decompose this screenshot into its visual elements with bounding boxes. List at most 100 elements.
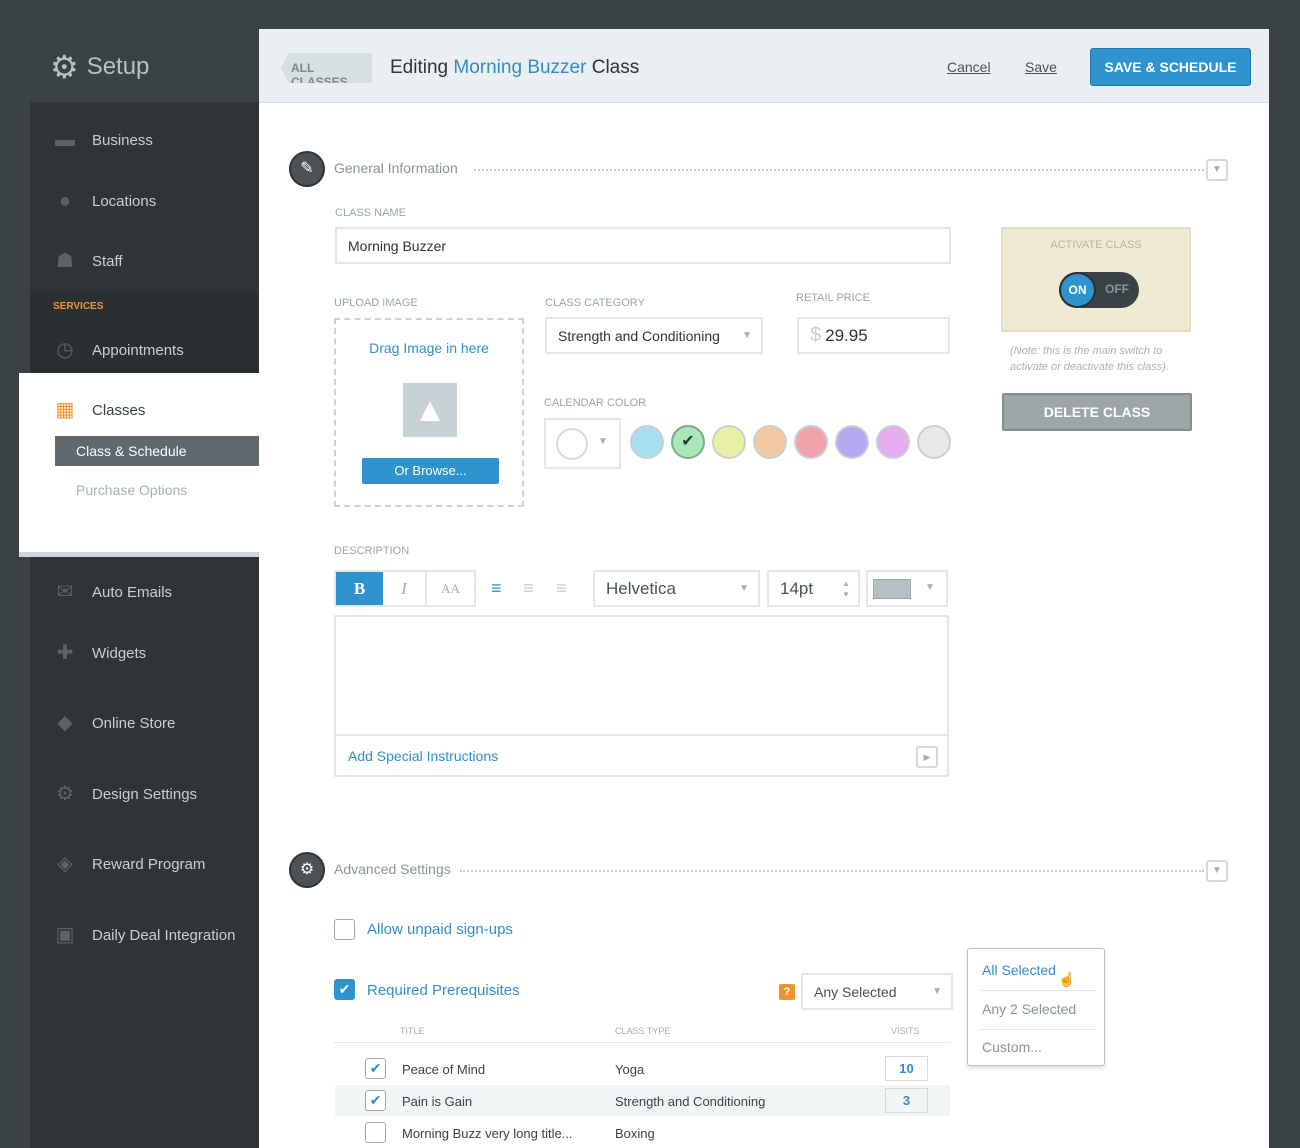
color-swatch[interactable]: [835, 425, 869, 459]
browse-button[interactable]: Or Browse...: [362, 458, 499, 484]
row-class-type: Yoga: [615, 1062, 645, 1077]
all-classes-button[interactable]: ALL CLASSES: [281, 53, 372, 83]
gear-icon: ⚙: [56, 783, 74, 805]
expand-icon[interactable]: ▶: [916, 746, 938, 768]
bold-button[interactable]: B: [336, 572, 383, 605]
price-input[interactable]: $29.95: [797, 317, 950, 354]
description-editor[interactable]: Add Special Instructions ▶: [334, 615, 949, 777]
font-size-stepper[interactable]: 14pt ▲ ▼: [767, 570, 860, 607]
option-all-selected[interactable]: All Selected: [982, 962, 1056, 978]
sidebar-item-business[interactable]: ▬ Business: [52, 129, 153, 151]
sidebar-item-classes[interactable]: ▦ Classes: [52, 399, 146, 421]
color-swatch[interactable]: [630, 425, 664, 459]
row-checkbox[interactable]: ✔: [365, 1090, 386, 1111]
text-color-select[interactable]: ▼: [866, 570, 948, 607]
image-icon: ▲: [403, 383, 457, 437]
upload-dropzone[interactable]: Drag Image in here ▲ Or Browse...: [334, 318, 524, 507]
activate-panel: ACTIVATE CLASS ON OFF: [1001, 227, 1191, 332]
save-link[interactable]: Save: [1025, 59, 1057, 75]
chevron-down-icon: ▼: [932, 986, 942, 997]
envelope-icon: ✉: [56, 581, 74, 603]
delete-class-button[interactable]: DELETE CLASS: [1002, 393, 1192, 431]
category-label: CLASS CATEGORY: [545, 297, 645, 309]
sidebar-item-staff[interactable]: ☗ Staff: [52, 250, 123, 272]
color-swatch[interactable]: ✔: [671, 425, 705, 459]
divider: [474, 169, 1204, 171]
align-right-icon[interactable]: ≡: [556, 579, 567, 597]
class-name-label: CLASS NAME: [335, 207, 406, 219]
row-title: Morning Buzz very long title...: [402, 1126, 573, 1141]
prereq-checkbox[interactable]: ✔: [334, 979, 355, 1000]
cursor-hand-icon: ☝: [1058, 971, 1076, 987]
upload-label: UPLOAD IMAGE: [334, 297, 418, 309]
category-select[interactable]: Strength and Conditioning ▼: [545, 317, 763, 354]
drag-text: Drag Image in here: [369, 340, 489, 356]
collapse-icon[interactable]: ▼: [1206, 860, 1228, 882]
row-checkbox[interactable]: [365, 1122, 386, 1143]
chevron-down-icon: ▼: [598, 436, 608, 447]
save-schedule-button[interactable]: SAVE & SCHEDULE: [1090, 48, 1251, 86]
row-class-type: Boxing: [615, 1126, 655, 1141]
clock-icon: ◷: [56, 339, 74, 361]
italic-button[interactable]: I: [383, 572, 427, 605]
col-class-type: CLASS TYPE: [615, 1026, 671, 1036]
header: ALL CLASSES Editing Morning Buzzer Class…: [259, 29, 1269, 103]
row-visits-input[interactable]: 10: [885, 1056, 928, 1081]
sidebar-item-widgets[interactable]: ✚ Widgets: [52, 642, 147, 664]
color-picker[interactable]: ▼: [544, 418, 621, 469]
color-swatch[interactable]: [917, 425, 951, 459]
sidebar-item-reward-program[interactable]: ◈ Reward Program: [52, 853, 205, 875]
activate-note: (Note: this is the main switch to activa…: [1010, 345, 1169, 373]
row-title: Pain is Gain: [402, 1094, 473, 1109]
description-label: DESCRIPTION: [334, 545, 410, 557]
chevron-down-icon: ▼: [742, 330, 752, 341]
cancel-link[interactable]: Cancel: [947, 59, 991, 75]
allow-unpaid-checkbox[interactable]: [334, 919, 355, 940]
align-center-icon[interactable]: ≡: [523, 579, 534, 597]
tag-icon: ◆: [57, 712, 73, 734]
col-title: TITLE: [400, 1026, 425, 1036]
collapse-icon[interactable]: ▼: [1206, 159, 1228, 181]
sidebar-item-appointments[interactable]: ◷ Appointments: [52, 339, 183, 361]
col-visits: VISITS: [891, 1026, 920, 1036]
prereq-dropdown: All Selected ☝ Any 2 Selected Custom...: [967, 948, 1105, 1066]
font-select[interactable]: Helvetica ▼: [593, 570, 760, 607]
sidebar-sub-purchase-options[interactable]: Purchase Options: [76, 482, 187, 498]
color-swatch[interactable]: [876, 425, 910, 459]
font-size-button[interactable]: AA: [427, 572, 474, 605]
gear-icon: ⚙: [289, 852, 325, 888]
sidebar-item-design-settings[interactable]: ⚙ Design Settings: [52, 783, 197, 805]
color-swatch[interactable]: [753, 425, 787, 459]
classes-card: ▦ Classes Class & Schedule Purchase Optio…: [19, 373, 259, 552]
class-name-input[interactable]: Morning Buzzer: [335, 227, 951, 264]
sidebar-item-locations[interactable]: ● Locations: [52, 190, 156, 212]
activate-toggle[interactable]: ON OFF: [1059, 272, 1139, 308]
sidebar-item-online-store[interactable]: ◆ Online Store: [52, 712, 175, 734]
calendar-color-label: CALENDAR COLOR: [544, 397, 647, 409]
row-visits-input[interactable]: 3: [885, 1088, 928, 1113]
option-custom[interactable]: Custom...: [982, 1039, 1042, 1055]
format-buttons: B I AA: [334, 570, 476, 607]
toggle-off: OFF: [1105, 282, 1129, 296]
sidebar-item-auto-emails[interactable]: ✉ Auto Emails: [52, 581, 172, 603]
option-any-2[interactable]: Any 2 Selected: [982, 1001, 1076, 1017]
prereq-label[interactable]: Required Prerequisites: [367, 982, 520, 999]
row-checkbox[interactable]: ✔: [365, 1058, 386, 1079]
stepper-icon[interactable]: ▲ ▼: [842, 578, 850, 600]
special-instructions-link[interactable]: Add Special Instructions: [348, 748, 498, 764]
row-class-type: Strength and Conditioning: [615, 1094, 766, 1109]
sidebar-item-daily-deal[interactable]: ▣ Daily Deal Integration: [52, 924, 236, 946]
pin-icon: ●: [58, 190, 72, 212]
sidebar-sub-class-schedule[interactable]: Class & Schedule: [55, 436, 259, 466]
services-heading: SERVICES: [53, 301, 104, 312]
allow-unpaid-label[interactable]: Allow unpaid sign-ups: [367, 921, 513, 938]
advanced-heading: Advanced Settings: [334, 861, 451, 877]
help-icon[interactable]: ?: [779, 984, 795, 1000]
prereq-select[interactable]: Any Selected ▼: [801, 973, 953, 1010]
chevron-down-icon: ▼: [925, 582, 935, 593]
color-swatch[interactable]: [794, 425, 828, 459]
color-swatch[interactable]: [712, 425, 746, 459]
align-left-icon[interactable]: ≡: [491, 579, 502, 597]
activate-label: ACTIVATE CLASS: [1050, 239, 1142, 251]
divider: [335, 1042, 950, 1043]
